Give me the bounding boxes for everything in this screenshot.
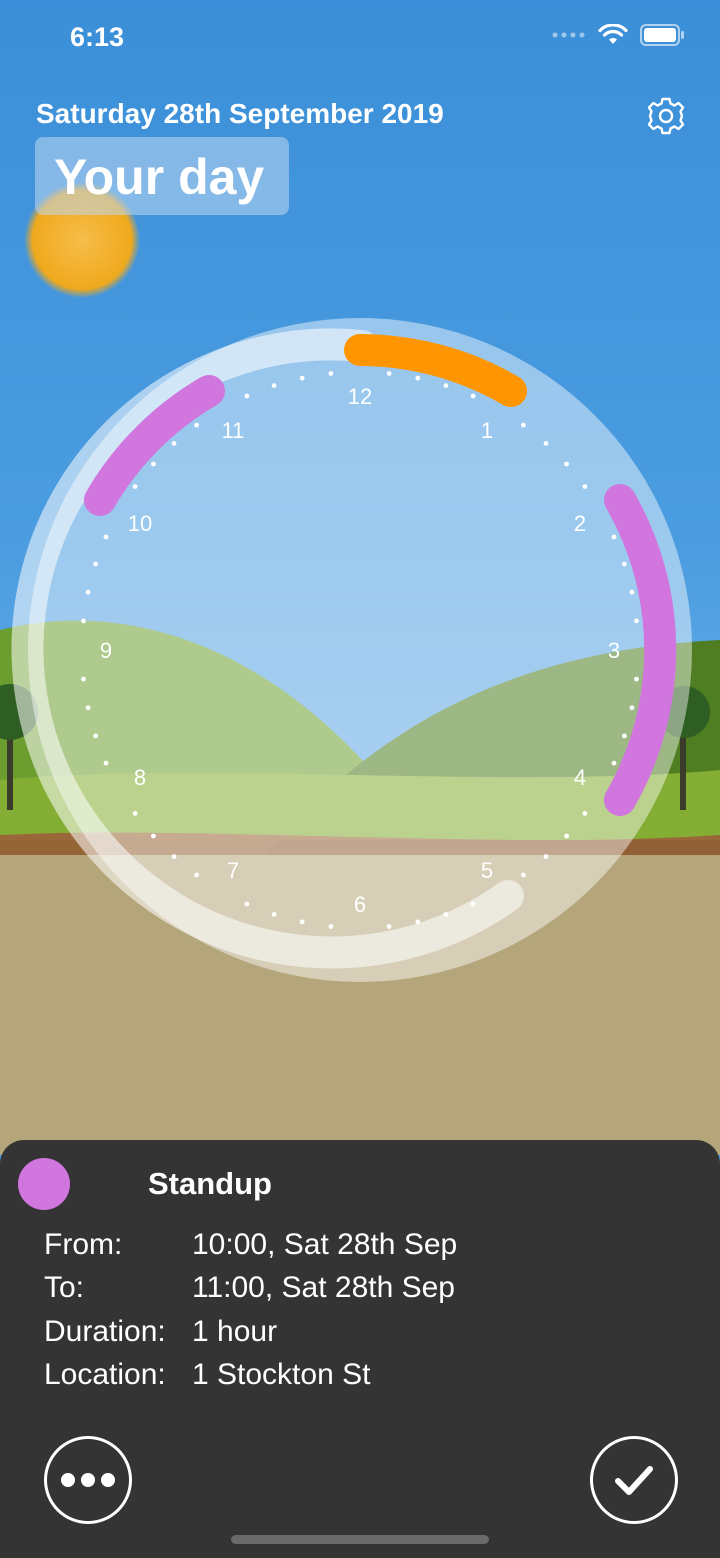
from-label: From: <box>44 1228 123 1261</box>
event-title: Standup <box>148 1166 272 1201</box>
done-button[interactable] <box>590 1436 678 1524</box>
checkmark-icon <box>615 1466 653 1495</box>
settings-button[interactable] <box>644 94 688 138</box>
signal-icon <box>552 32 585 38</box>
gear-icon <box>647 97 685 135</box>
from-value: 10:00, Sat 28th Sep <box>192 1228 458 1261</box>
status-icons <box>552 24 686 46</box>
to-label: To: <box>44 1271 85 1304</box>
page-title: Your day <box>54 149 265 205</box>
home-indicator <box>231 1535 489 1544</box>
date-label: Saturday 28th September 2019 <box>36 98 444 129</box>
status-time: 6:13 <box>70 22 125 52</box>
battery-icon <box>640 24 684 46</box>
location-value: 1 Stockton St <box>192 1358 371 1391</box>
to-value: 11:00, Sat 28th Sep <box>192 1271 455 1304</box>
location-label: Location: <box>44 1358 166 1391</box>
ellipsis-icon <box>61 1473 115 1487</box>
duration-label: Duration: <box>44 1315 166 1348</box>
event-color-dot <box>18 1158 70 1210</box>
duration-value: 1 hour <box>192 1315 278 1348</box>
status-bar: 6:13 <box>0 0 720 80</box>
wifi-icon <box>598 24 628 44</box>
more-options-button[interactable] <box>44 1436 132 1524</box>
